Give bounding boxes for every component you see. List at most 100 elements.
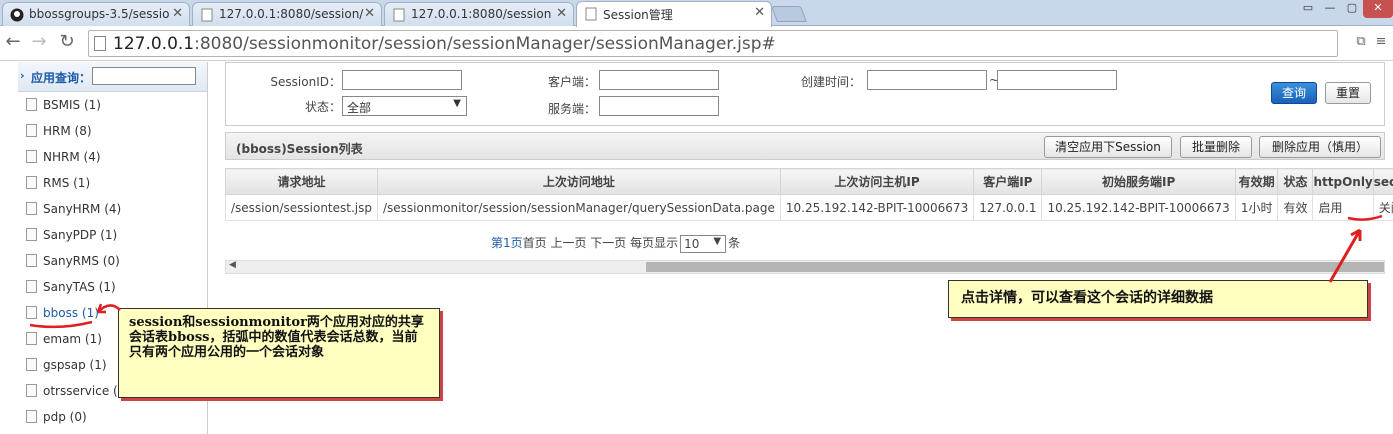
- page-icon: [393, 8, 405, 22]
- sidebar-item-bsmis[interactable]: BSMIS (1): [26, 98, 101, 118]
- delete-app-button[interactable]: 删除应用（慎用）: [1259, 136, 1381, 158]
- created-start-input[interactable]: [867, 70, 987, 90]
- column-header[interactable]: 请求地址: [225, 168, 378, 195]
- url-path: :8080/sessionmonitor/session/sessionMana…: [194, 34, 776, 54]
- last-access-url-cell: /sessionmonitor/session/sessionManager/q…: [377, 194, 781, 221]
- sidebar-item-gspsap[interactable]: gspsap (1): [26, 358, 107, 378]
- back-icon[interactable]: ←: [2, 32, 24, 54]
- reset-button[interactable]: 重置: [1325, 82, 1371, 104]
- page-size-select[interactable]: 10 ▼: [680, 234, 727, 253]
- document-icon: [26, 254, 37, 267]
- table-header-row: 请求地址 上次访问地址 上次访问主机IP 客户端IP 初始服务端IP 有效期 状…: [225, 168, 1393, 195]
- sidebar-item-sanyhrm[interactable]: SanyHRM (4): [26, 202, 121, 222]
- sidebar-item-hrm[interactable]: HRM (8): [26, 124, 92, 144]
- session-list-title: (bboss)Session列表: [236, 142, 363, 156]
- document-icon: [26, 384, 37, 397]
- query-button[interactable]: 查询: [1271, 82, 1317, 104]
- github-icon: [10, 8, 24, 22]
- close-icon[interactable]: ✕: [172, 6, 183, 21]
- document-icon: [26, 332, 37, 345]
- session-id-label: SessionID：: [270, 75, 341, 89]
- document-icon: [26, 228, 37, 241]
- clear-app-sessions-button[interactable]: 清空应用下Session: [1044, 136, 1172, 158]
- forward-icon[interactable]: →: [28, 32, 50, 54]
- column-header[interactable]: 初始服务端IP: [1041, 168, 1236, 195]
- status-cell: 有效: [1277, 194, 1314, 221]
- close-icon[interactable]: ✕: [364, 6, 375, 21]
- page-suffix: 页: [510, 236, 523, 250]
- minimize-icon[interactable]: —: [1319, 0, 1341, 18]
- page-icon: [94, 36, 106, 51]
- current-page: 1: [503, 236, 511, 250]
- scrollbar-thumb[interactable]: [646, 262, 1384, 272]
- secure-cell: 关闭: [1372, 194, 1393, 221]
- new-tab-button[interactable]: [771, 6, 807, 22]
- translate-icon[interactable]: ⧉: [1352, 34, 1370, 52]
- status-select[interactable]: 全部 ▼: [342, 96, 467, 116]
- tab-title: 127.0.0.1:8080/session: [411, 7, 552, 21]
- user-icon[interactable]: ▭: [1297, 0, 1319, 18]
- created-end-input[interactable]: [997, 70, 1117, 90]
- column-header[interactable]: 有效期: [1234, 168, 1279, 195]
- browser-tab-github[interactable]: bbossgroups-3.5/sessio ✕: [2, 2, 190, 26]
- url-host: 127.0.0.1: [113, 34, 195, 54]
- address-bar[interactable]: 127.0.0.1:8080/sessionmonitor/session/se…: [88, 30, 1338, 57]
- sidebar-item-emam[interactable]: emam (1): [26, 332, 102, 352]
- session-id-input[interactable]: [342, 70, 462, 90]
- sidebar-item-sanytas[interactable]: SanyTAS (1): [26, 280, 116, 300]
- close-icon[interactable]: ✕: [754, 5, 765, 20]
- page-prefix: 第: [491, 236, 504, 250]
- table-row[interactable]: /session/sessiontest.jsp /sessionmonitor…: [225, 194, 1393, 221]
- browser-tab-session-2[interactable]: 127.0.0.1:8080/session ✕: [384, 2, 574, 26]
- client-input[interactable]: [599, 70, 719, 90]
- scroll-left-icon[interactable]: ◀: [229, 260, 236, 270]
- pager-nav-links[interactable]: 首页 上一页 下一页 每页显示: [523, 236, 678, 250]
- maximize-icon[interactable]: ▢: [1341, 0, 1363, 18]
- page-size-unit: 条: [728, 236, 741, 250]
- close-icon[interactable]: ✕: [556, 6, 567, 21]
- document-icon: [26, 124, 37, 137]
- menu-icon[interactable]: ≡: [1372, 34, 1390, 52]
- page-icon: [201, 8, 213, 22]
- app-query-label: 应用查询：: [31, 71, 92, 85]
- batch-delete-button[interactable]: 批量删除: [1180, 136, 1252, 158]
- sidebar-item-bboss[interactable]: bboss (1): [26, 306, 99, 326]
- document-icon: [26, 410, 37, 423]
- browser-tab-session-1[interactable]: 127.0.0.1:8080/session/ ✕: [192, 2, 382, 26]
- document-icon: [26, 98, 37, 111]
- session-table: 请求地址 上次访问地址 上次访问主机IP 客户端IP 初始服务端IP 有效期 状…: [225, 168, 1393, 221]
- document-icon: [26, 280, 37, 293]
- sidebar-item-rms[interactable]: RMS (1): [26, 176, 90, 196]
- column-header[interactable]: 上次访问主机IP: [779, 168, 975, 195]
- app-query-input[interactable]: [92, 67, 196, 85]
- reload-icon[interactable]: ↻: [56, 32, 78, 54]
- sidebar-item-otrsservice[interactable]: otrsservice (0): [26, 384, 130, 404]
- server-label: 服务端：: [547, 102, 596, 116]
- column-header[interactable]: 客户端IP: [973, 168, 1043, 195]
- sidebar-item-sanyrms[interactable]: SanyRMS (0): [26, 254, 120, 274]
- sidebar-item-nhrm[interactable]: NHRM (4): [26, 150, 101, 170]
- client-ip-cell: 127.0.0.1: [973, 194, 1043, 221]
- column-header[interactable]: httpOnly: [1312, 168, 1374, 195]
- search-panel: SessionID： 客户端： 创建时间： ~ 状态： 全部 ▼ 服务端： 查询 …: [225, 62, 1385, 126]
- tab-title: bbossgroups-3.5/sessio: [29, 7, 170, 21]
- browser-toolbar: ← → ↻ 127.0.0.1:8080/sessionmonitor/sess…: [0, 27, 1393, 61]
- details-annotation-note: 点击详情，可以查看这个会话的详细数据: [948, 280, 1368, 318]
- window-controls: ▭ — ▢ ✕: [1297, 0, 1393, 18]
- browser-tab-session-manager[interactable]: Session管理 ✕: [576, 1, 772, 27]
- document-icon: [26, 150, 37, 163]
- column-header[interactable]: 上次访问地址: [377, 168, 781, 195]
- server-input[interactable]: [599, 96, 719, 116]
- sidebar-item-pdp[interactable]: pdp (0): [26, 410, 87, 430]
- tab-title: Session管理: [603, 8, 673, 22]
- window-close-icon[interactable]: ✕: [1363, 0, 1393, 18]
- column-header[interactable]: 状态: [1277, 168, 1314, 195]
- created-time-label: 创建时间：: [800, 75, 861, 89]
- document-icon: [26, 176, 37, 189]
- column-header[interactable]: secure: [1372, 168, 1393, 195]
- sidebar-item-sanypdp[interactable]: SanyPDP (1): [26, 228, 117, 248]
- session-list-header: (bboss)Session列表 清空应用下Session 批量删除 删除应用（…: [225, 132, 1385, 160]
- horizontal-scrollbar[interactable]: ◀: [225, 260, 1385, 274]
- expiry-cell: 1小时: [1234, 194, 1279, 221]
- bboss-annotation-note: session和sessionmonitor两个应用对应的共享会话表bboss，…: [118, 308, 440, 398]
